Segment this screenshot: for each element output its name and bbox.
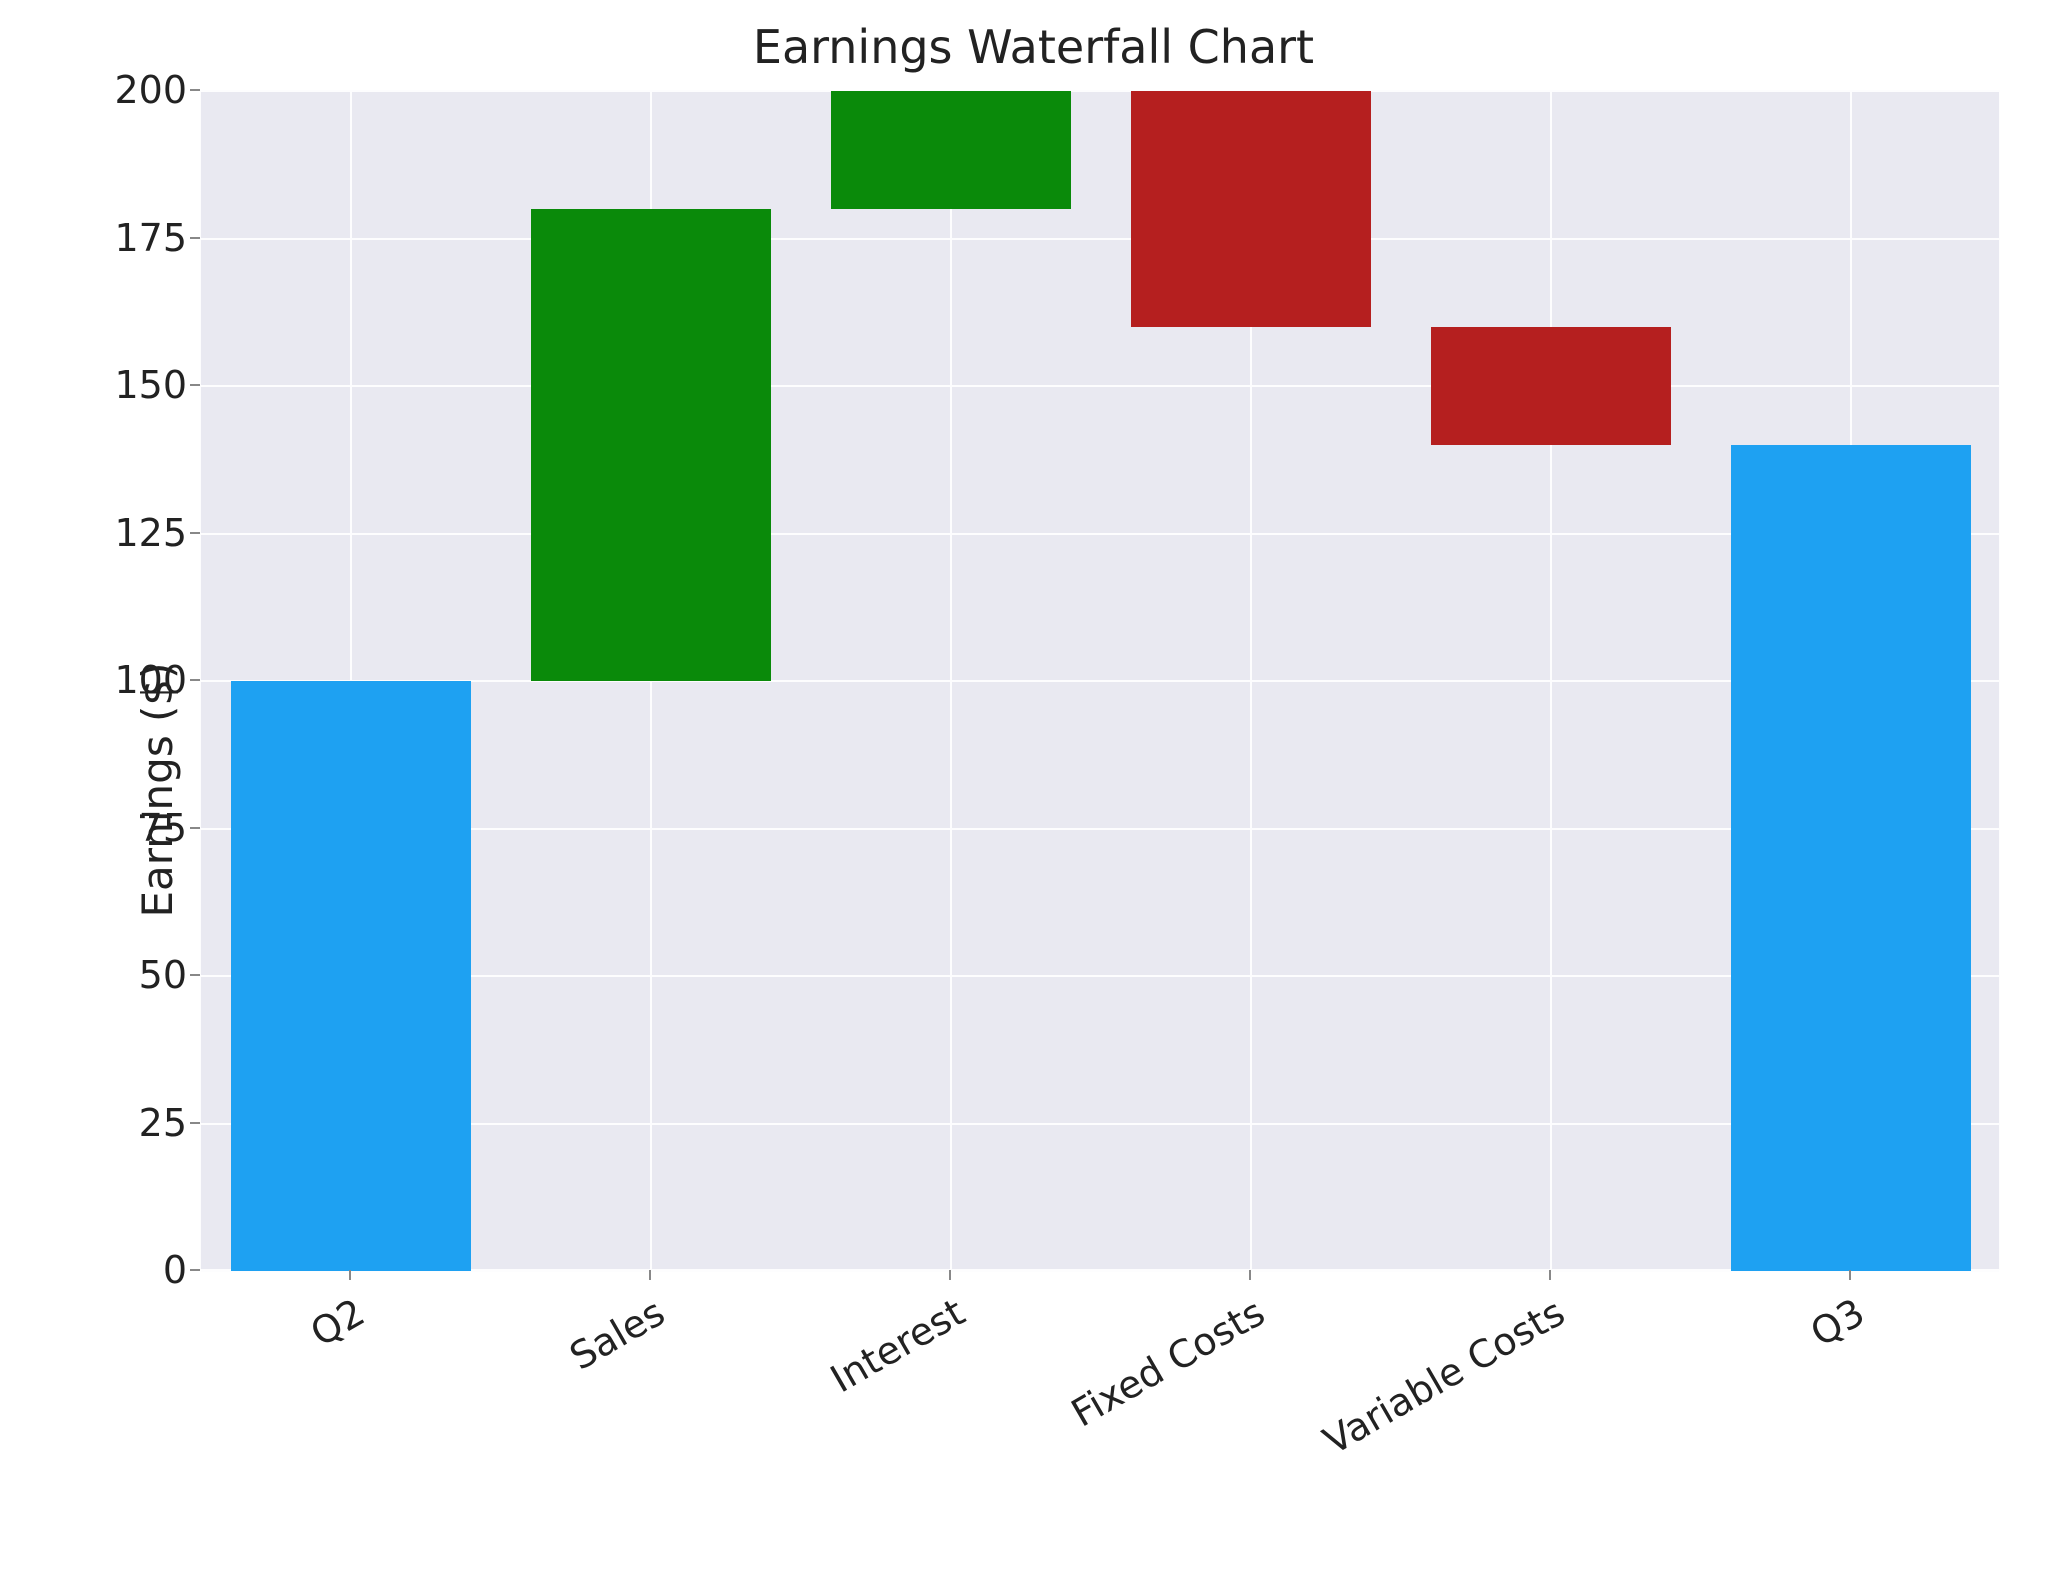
y-tick-mark [190, 532, 200, 534]
y-tick-mark [190, 384, 200, 386]
grid-line-horizontal [201, 90, 1999, 92]
y-tick-mark [190, 1269, 200, 1271]
x-tick-mark [1849, 1270, 1851, 1280]
x-tick-mark [1249, 1270, 1251, 1280]
grid-line-horizontal [201, 385, 1999, 387]
y-tick-label: 125 [27, 511, 187, 555]
y-tick-label: 75 [27, 806, 187, 850]
waterfall-chart: Earnings Waterfall Chart Earnings ($) 02… [0, 0, 2067, 1580]
y-tick-mark [190, 1122, 200, 1124]
grid-line-horizontal [201, 238, 1999, 240]
y-tick-label: 150 [27, 363, 187, 407]
bar-fixed-costs [1131, 91, 1371, 327]
y-tick-mark [190, 974, 200, 976]
x-tick-label: Sales [390, 1290, 672, 1478]
x-tick-mark [649, 1270, 651, 1280]
x-tick-label: Variable Costs [1290, 1290, 1572, 1478]
bar-variable-costs [1431, 327, 1671, 445]
bar-interest [831, 91, 1071, 209]
x-tick-label: Q2 [90, 1290, 372, 1478]
plot-area [200, 90, 2000, 1270]
y-tick-mark [190, 237, 200, 239]
x-tick-mark [1549, 1270, 1551, 1280]
grid-line-vertical [1550, 91, 1552, 1269]
bar-q3 [1731, 445, 1971, 1271]
x-tick-mark [349, 1270, 351, 1280]
chart-title: Earnings Waterfall Chart [0, 20, 2067, 74]
y-tick-mark [190, 89, 200, 91]
x-tick-label: Fixed Costs [990, 1290, 1272, 1478]
grid-line-vertical [950, 91, 952, 1269]
y-tick-label: 50 [27, 953, 187, 997]
y-tick-label: 200 [27, 68, 187, 112]
y-tick-label: 0 [27, 1248, 187, 1292]
y-tick-mark [190, 827, 200, 829]
y-tick-label: 25 [27, 1101, 187, 1145]
grid-line-horizontal [201, 533, 1999, 535]
bar-sales [531, 209, 771, 681]
x-tick-label: Interest [690, 1290, 972, 1478]
y-tick-label: 175 [27, 216, 187, 260]
bar-q2 [231, 681, 471, 1271]
x-tick-mark [949, 1270, 951, 1280]
y-tick-mark [190, 679, 200, 681]
y-tick-label: 100 [27, 658, 187, 702]
x-tick-label: Q3 [1590, 1290, 1872, 1478]
